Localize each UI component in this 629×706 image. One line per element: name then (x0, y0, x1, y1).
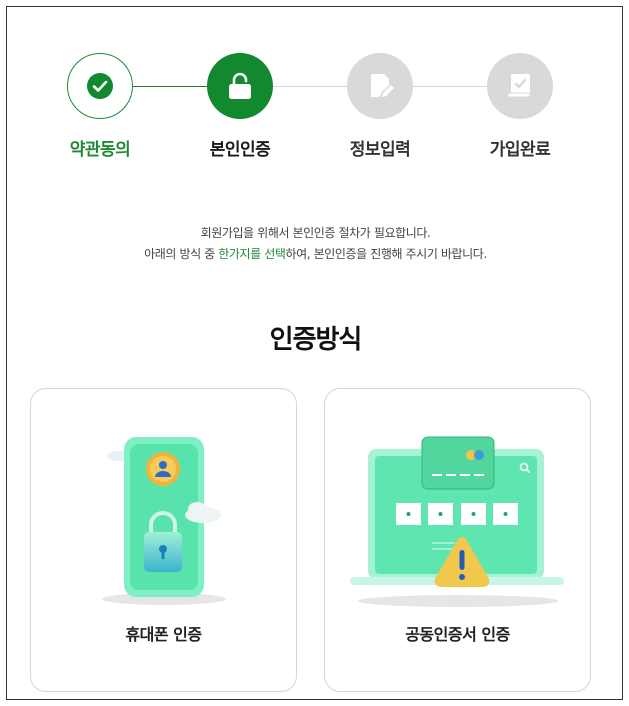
step-connector (273, 86, 347, 87)
step-4-label: 가입완료 (489, 140, 551, 160)
intro-line-2-suffix: 하여, 본인인증을 진행해 주시기 바랍니다. (285, 247, 487, 261)
step-3-circle (347, 53, 413, 119)
certificate-laptop-icon (350, 436, 564, 607)
phone-lock-icon (102, 437, 226, 605)
intro-line-2: 아래의 방식 중 한가지를 선택하여, 본인인증을 진행해 주시기 바랍니다. (7, 244, 622, 265)
section-title: 인증방식 (269, 325, 363, 355)
intro-line-2-prefix: 아래의 방식 중 (144, 247, 219, 261)
step-connector (413, 86, 487, 87)
step-2-label: 본인인증 (209, 140, 271, 160)
intro-text: 회원가입을 위해서 본인인증 절차가 필요합니다. 아래의 방식 중 한가지를 … (7, 223, 622, 265)
phone-auth-card[interactable]: 휴대폰 인증 (30, 388, 297, 692)
intro-line-1: 회원가입을 위해서 본인인증 절차가 필요합니다. (200, 226, 431, 240)
phone-auth-label: 휴대폰 인증 (125, 625, 202, 644)
step-1-circle (67, 53, 133, 119)
certificate-auth-label: 공동인증서 인증 (405, 625, 510, 644)
step-4-circle (487, 53, 553, 119)
step-1-label: 약관동의 (69, 140, 131, 160)
signup-page: 약관동의 본인인증 정보입력 가입완료 회원가입을 위해서 본인인증 절차가 필… (6, 6, 623, 700)
unlock-icon (229, 72, 251, 99)
step-connector (133, 86, 207, 87)
step-2-circle (207, 53, 273, 119)
intro-highlight: 한가지를 선택 (218, 247, 286, 261)
step-3-label: 정보입력 (349, 140, 411, 160)
signup-stepper: 약관동의 본인인증 정보입력 가입완료 (7, 7, 622, 177)
certificate-auth-card[interactable]: 공동인증서 인증 (324, 388, 591, 692)
clipboard-check-icon (507, 74, 531, 98)
check-icon (87, 73, 113, 99)
edit-document-icon (371, 74, 395, 99)
